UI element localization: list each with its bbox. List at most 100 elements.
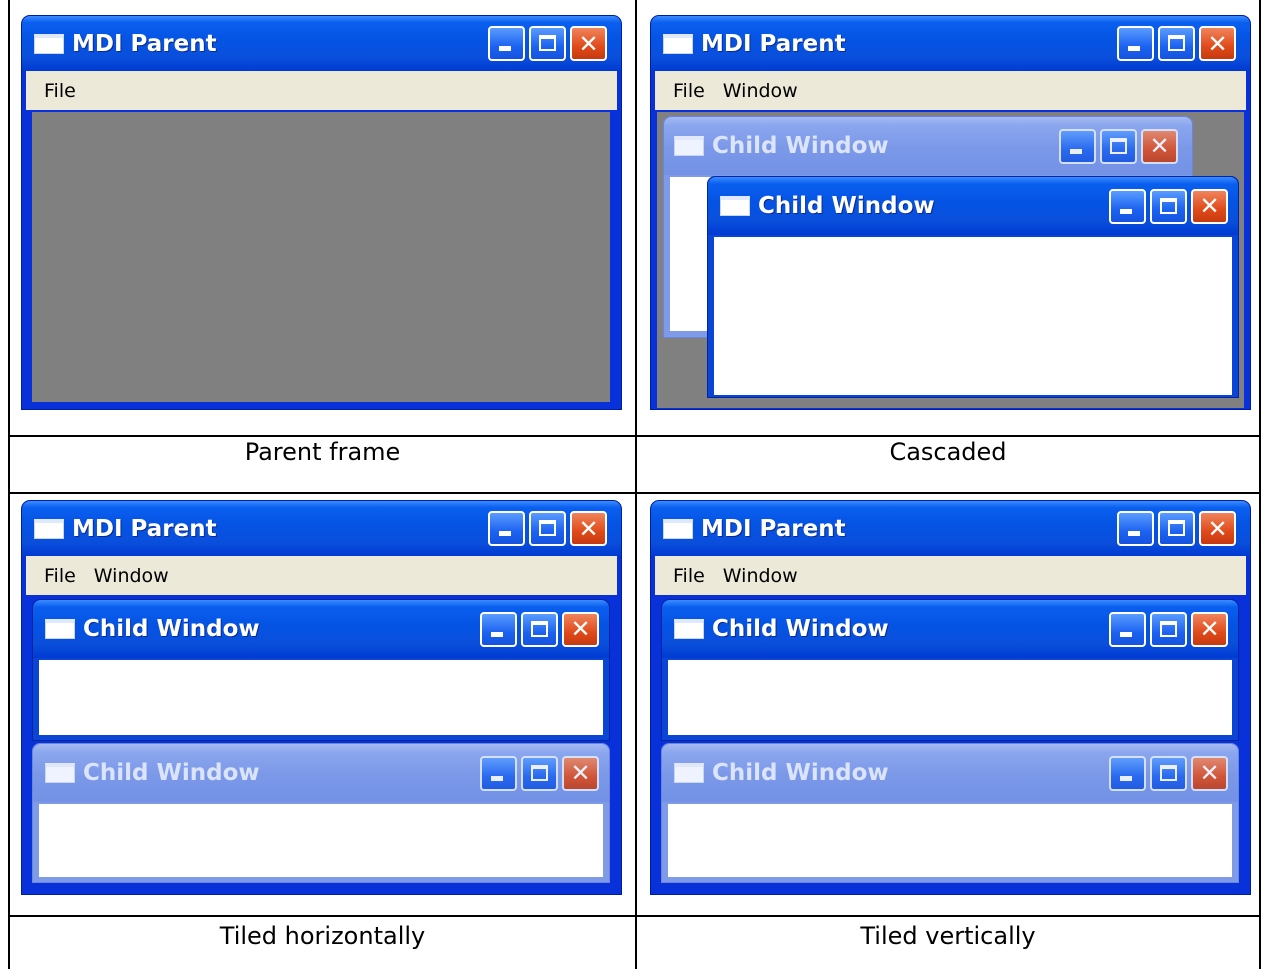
minimize-icon bbox=[1120, 775, 1132, 781]
child-title-bar[interactable]: Child Window ✕ bbox=[664, 117, 1192, 175]
minimize-icon bbox=[1070, 148, 1082, 154]
grid-h-2 bbox=[8, 492, 1261, 494]
child-window[interactable]: Child Window ✕ bbox=[707, 176, 1239, 398]
minimize-button[interactable] bbox=[1117, 511, 1154, 546]
child-title-bar[interactable]: Child Window ✕ bbox=[662, 744, 1238, 802]
child-window[interactable]: Child Window ✕ bbox=[661, 599, 1239, 741]
window-icon bbox=[34, 33, 64, 54]
menu-window[interactable]: Window bbox=[94, 565, 169, 587]
maximize-button[interactable] bbox=[1150, 611, 1187, 647]
window-icon bbox=[674, 619, 704, 639]
window-icon bbox=[45, 619, 75, 639]
child-title-bar[interactable]: Child Window ✕ bbox=[33, 744, 609, 802]
child-client-area bbox=[714, 237, 1232, 395]
caption-tiled-vertically: Tiled vertically bbox=[860, 922, 1036, 950]
menu-bar: File Window bbox=[655, 71, 1246, 110]
child-title-bar[interactable]: Child Window ✕ bbox=[708, 177, 1238, 235]
close-icon: ✕ bbox=[1199, 192, 1220, 220]
minimize-button[interactable] bbox=[488, 511, 525, 546]
menu-window[interactable]: Window bbox=[723, 80, 798, 102]
close-icon: ✕ bbox=[578, 29, 599, 58]
minimize-button[interactable] bbox=[1059, 128, 1096, 164]
close-icon: ✕ bbox=[1207, 29, 1228, 58]
close-icon: ✕ bbox=[1199, 759, 1220, 787]
close-button[interactable]: ✕ bbox=[570, 26, 607, 61]
minimize-button[interactable] bbox=[480, 611, 517, 647]
mdi-parent-window[interactable]: MDI Parent ✕ File Window Child Window ✕ bbox=[21, 500, 622, 895]
maximize-icon bbox=[1160, 197, 1177, 214]
child-title-bar[interactable]: Child Window ✕ bbox=[662, 600, 1238, 658]
minimize-icon bbox=[1120, 208, 1132, 214]
maximize-button[interactable] bbox=[529, 511, 566, 546]
child-title: Child Window bbox=[712, 760, 889, 786]
close-button[interactable]: ✕ bbox=[1199, 26, 1236, 61]
close-button[interactable]: ✕ bbox=[562, 755, 599, 791]
maximize-button[interactable] bbox=[1150, 188, 1187, 224]
child-window[interactable]: Child Window ✕ bbox=[32, 743, 610, 883]
menu-file[interactable]: File bbox=[673, 565, 705, 587]
close-button[interactable]: ✕ bbox=[1199, 511, 1236, 546]
maximize-icon bbox=[539, 520, 556, 536]
child-title: Child Window bbox=[83, 616, 260, 642]
caption-tiled-horizontally: Tiled horizontally bbox=[219, 922, 426, 950]
menu-file[interactable]: File bbox=[673, 80, 705, 102]
window-icon bbox=[663, 518, 693, 539]
maximize-icon bbox=[1110, 137, 1127, 154]
caption-cascaded: Cascaded bbox=[889, 438, 1007, 466]
mdi-parent-window[interactable]: MDI Parent ✕ File Window Child Window ✕ bbox=[650, 500, 1251, 895]
minimize-button[interactable] bbox=[1109, 611, 1146, 647]
maximize-icon bbox=[1160, 620, 1177, 637]
parent-title-bar[interactable]: MDI Parent ✕ bbox=[651, 16, 1250, 71]
close-button[interactable]: ✕ bbox=[570, 511, 607, 546]
close-button[interactable]: ✕ bbox=[1191, 188, 1228, 224]
minimize-button[interactable] bbox=[1109, 188, 1146, 224]
mdi-parent-window[interactable]: MDI Parent ✕ File Window Child Window ✕ bbox=[650, 15, 1251, 410]
window-icon bbox=[663, 33, 693, 54]
maximize-button[interactable] bbox=[1150, 755, 1187, 791]
minimize-icon bbox=[1128, 531, 1140, 536]
minimize-button[interactable] bbox=[1117, 26, 1154, 61]
menu-file[interactable]: File bbox=[44, 80, 76, 102]
maximize-button[interactable] bbox=[529, 26, 566, 61]
maximize-button[interactable] bbox=[1158, 511, 1195, 546]
minimize-button[interactable] bbox=[488, 26, 525, 61]
menu-window[interactable]: Window bbox=[723, 565, 798, 587]
caption-parent-frame: Parent frame bbox=[244, 438, 401, 466]
maximize-button[interactable] bbox=[1100, 128, 1137, 164]
minimize-icon bbox=[499, 531, 511, 536]
maximize-button[interactable] bbox=[521, 611, 558, 647]
minimize-button[interactable] bbox=[1109, 755, 1146, 791]
close-icon: ✕ bbox=[1207, 514, 1228, 543]
maximize-icon bbox=[531, 764, 548, 781]
maximize-button[interactable] bbox=[521, 755, 558, 791]
parent-title-bar[interactable]: MDI Parent ✕ bbox=[22, 16, 621, 71]
child-client-area bbox=[39, 804, 603, 877]
parent-title-bar[interactable]: MDI Parent ✕ bbox=[651, 501, 1250, 556]
close-button[interactable]: ✕ bbox=[1141, 128, 1178, 164]
maximize-icon bbox=[531, 620, 548, 637]
child-window[interactable]: Child Window ✕ bbox=[32, 599, 610, 741]
maximize-icon bbox=[539, 35, 556, 51]
child-client-area bbox=[39, 660, 603, 735]
close-icon: ✕ bbox=[578, 514, 599, 543]
child-window[interactable]: Child Window ✕ bbox=[661, 743, 1239, 883]
maximize-icon bbox=[1160, 764, 1177, 781]
close-button[interactable]: ✕ bbox=[1191, 611, 1228, 647]
mdi-client-area bbox=[32, 112, 610, 402]
close-icon: ✕ bbox=[570, 759, 591, 787]
maximize-icon bbox=[1168, 520, 1185, 536]
mdi-parent-window[interactable]: MDI Parent ✕ File bbox=[21, 15, 622, 410]
close-button[interactable]: ✕ bbox=[1191, 755, 1228, 791]
minimize-icon bbox=[1128, 46, 1140, 51]
close-icon: ✕ bbox=[1199, 615, 1220, 643]
window-icon bbox=[34, 518, 64, 539]
close-icon: ✕ bbox=[1149, 132, 1170, 160]
menu-bar: File Window bbox=[655, 556, 1246, 595]
close-button[interactable]: ✕ bbox=[562, 611, 599, 647]
maximize-button[interactable] bbox=[1158, 26, 1195, 61]
parent-title-bar[interactable]: MDI Parent ✕ bbox=[22, 501, 621, 556]
minimize-button[interactable] bbox=[480, 755, 517, 791]
grid-left-vertical bbox=[8, 0, 10, 969]
menu-file[interactable]: File bbox=[44, 565, 76, 587]
child-title-bar[interactable]: Child Window ✕ bbox=[33, 600, 609, 658]
